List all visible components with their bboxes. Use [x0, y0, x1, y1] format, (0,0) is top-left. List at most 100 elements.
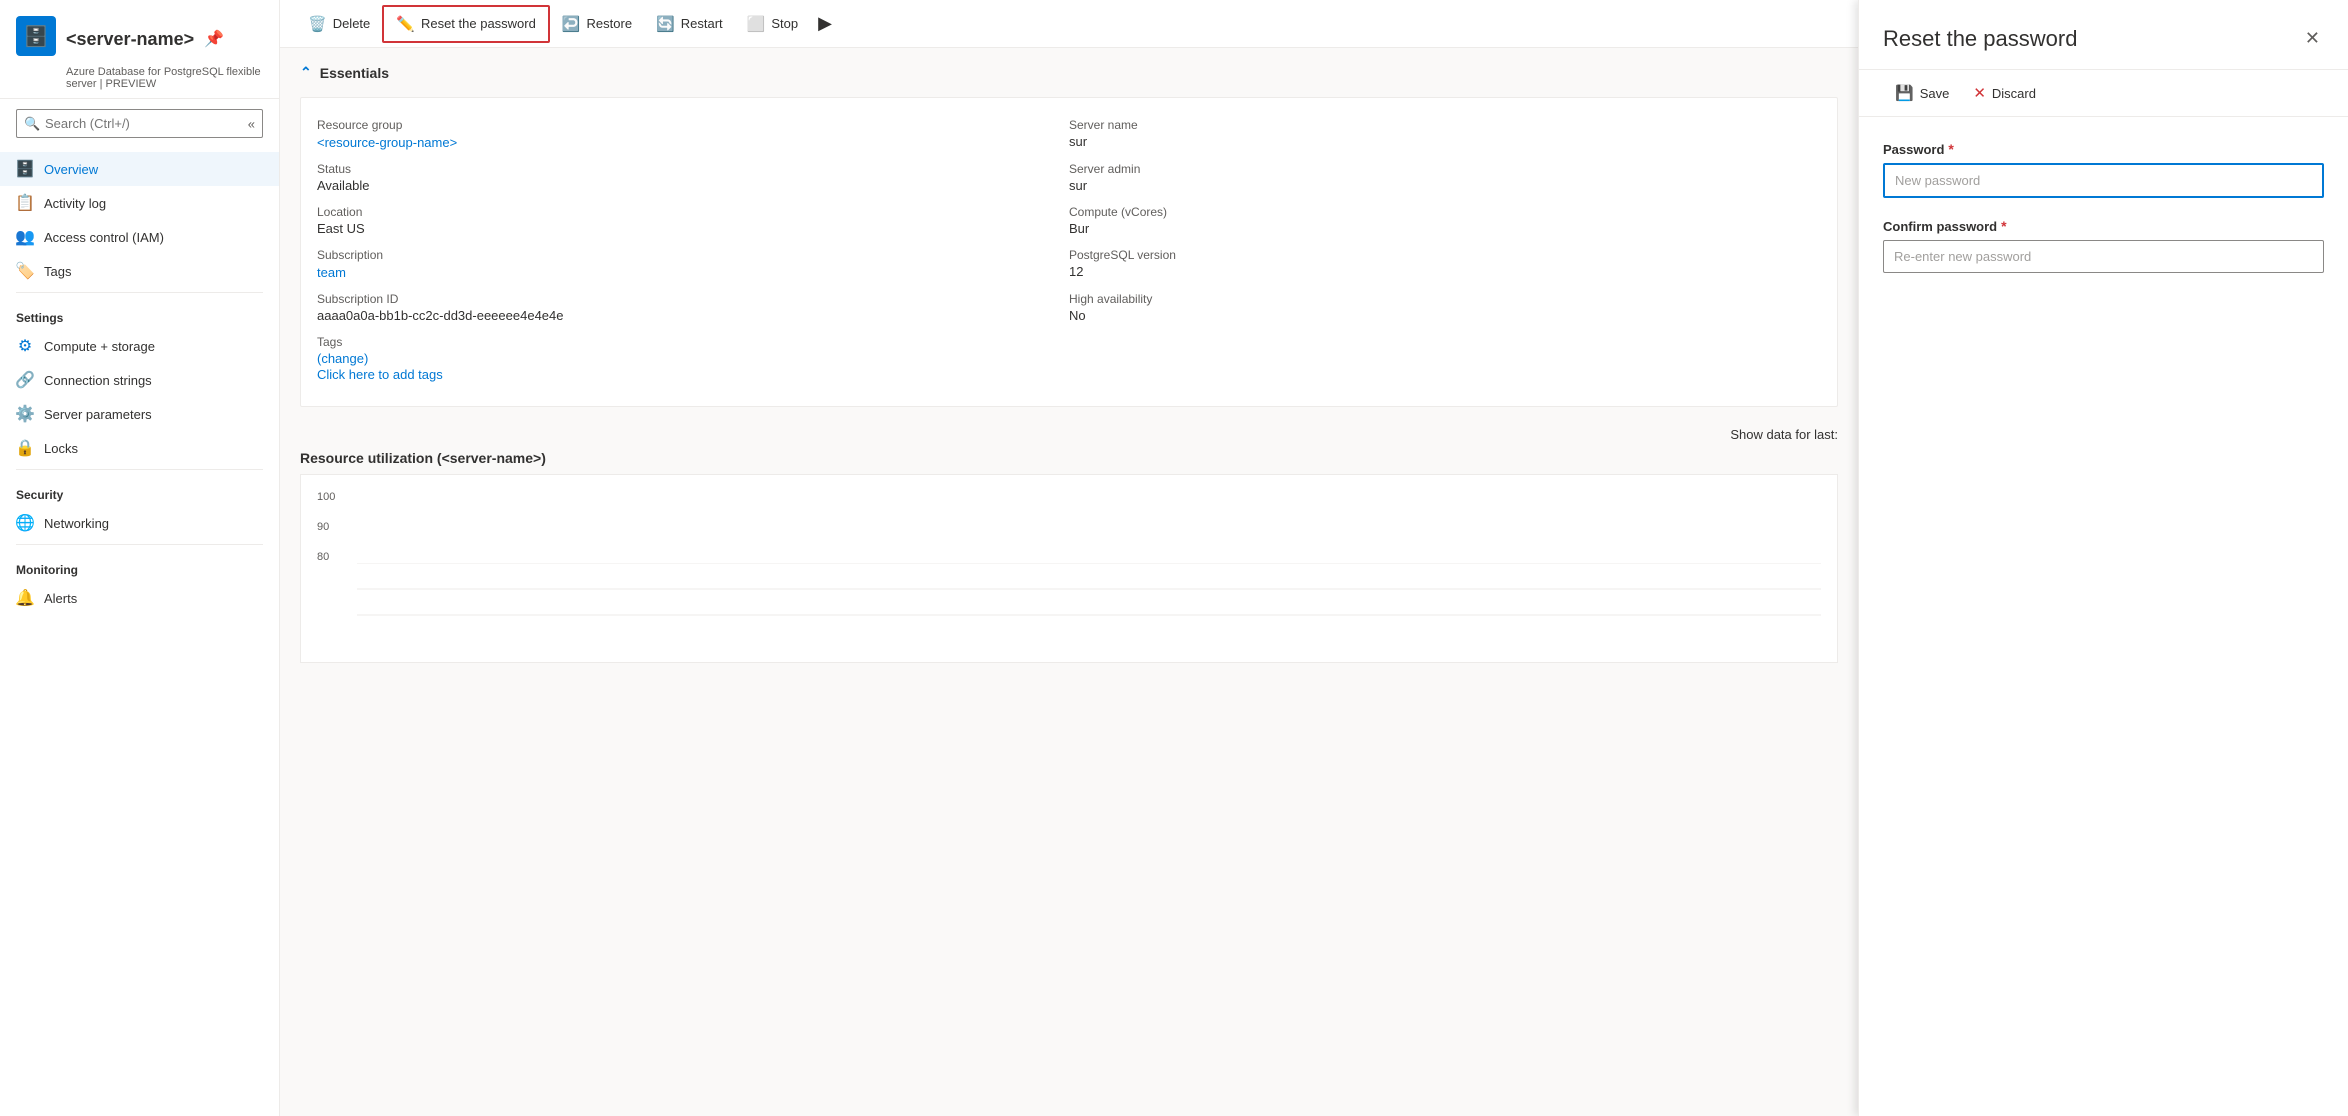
restore-label: Restore	[587, 16, 633, 31]
compute-storage-icon: ⚙	[16, 337, 34, 355]
networking-label: Networking	[44, 516, 109, 531]
discard-icon: ✕	[1973, 84, 1986, 102]
connection-strings-label: Connection strings	[44, 373, 152, 388]
settings-section-label: Settings	[0, 297, 279, 329]
chart-y-label-100: 100	[317, 491, 1821, 503]
sidebar-item-locks[interactable]: 🔒 Locks	[0, 431, 279, 465]
add-tags-link[interactable]: Click here to add tags	[317, 366, 1805, 382]
server-name-col-value: sur	[1069, 134, 1189, 149]
alerts-icon: 🔔	[16, 589, 34, 607]
password-input[interactable]	[1883, 163, 2324, 198]
sidebar-item-tags[interactable]: 🏷️ Tags	[0, 254, 279, 288]
server-name-label: <server-name>	[66, 29, 194, 50]
password-required-star: *	[1948, 141, 1953, 157]
server-parameters-icon: ⚙️	[16, 405, 34, 423]
search-input[interactable]	[16, 109, 263, 138]
sidebar-item-overview[interactable]: 🗄️ Overview	[0, 152, 279, 186]
status-label: Status	[317, 162, 1053, 176]
compute-value: Bur	[1069, 221, 1189, 236]
sidebar-header: 🗄️ <server-name> 📌 Azure Database for Po…	[0, 0, 279, 99]
restore-button[interactable]: ↩️ Restore	[550, 7, 644, 41]
sidebar-item-networking[interactable]: 🌐 Networking	[0, 506, 279, 540]
server-parameters-label: Server parameters	[44, 407, 152, 422]
security-section-label: Security	[0, 474, 279, 506]
discard-label: Discard	[1992, 86, 2036, 101]
sidebar: 🗄️ <server-name> 📌 Azure Database for Po…	[0, 0, 280, 1116]
delete-label: Delete	[333, 16, 371, 31]
resource-utilization-title: Resource utilization (<server-name>)	[300, 450, 1838, 466]
activity-log-icon: 📋	[16, 194, 34, 212]
security-divider	[16, 469, 263, 470]
panel-toolbar: 💾 Save ✕ Discard	[1859, 70, 2348, 117]
sidebar-item-activity-log[interactable]: 📋 Activity log	[0, 186, 279, 220]
panel-content: Password * Confirm password *	[1859, 117, 2348, 1116]
main-content: 🗑️ Delete ✏️ Reset the password ↩️ Resto…	[280, 0, 1858, 1116]
server-subtitle: Azure Database for PostgreSQL flexible s…	[16, 66, 263, 90]
ha-label: High availability	[1069, 292, 1805, 306]
location-label: Location	[317, 205, 1053, 219]
panel-discard-button[interactable]: ✕ Discard	[1961, 78, 2048, 108]
overview-icon: 🗄️	[16, 160, 34, 178]
chart-svg	[317, 563, 1821, 643]
search-container: 🔍 «	[16, 109, 263, 138]
admin-value: sur	[1069, 178, 1189, 193]
essentials-ha: High availability No	[1069, 288, 1821, 331]
resource-group-value[interactable]: <resource-group-name>	[317, 135, 457, 150]
panel-close-button[interactable]: ✕	[2301, 24, 2324, 53]
pin-icon[interactable]: 📌	[204, 29, 224, 49]
essentials-compute: Compute (vCores) Bur	[1069, 201, 1821, 244]
locks-label: Locks	[44, 441, 78, 456]
confirm-password-form-label: Confirm password *	[1883, 218, 2324, 234]
sidebar-item-alerts[interactable]: 🔔 Alerts	[0, 581, 279, 615]
subscription-label: Subscription	[317, 248, 1053, 262]
restart-icon: 🔄	[656, 15, 675, 33]
tags-icon: 🏷️	[16, 262, 34, 280]
resource-group-label: Resource group	[317, 118, 1053, 132]
toolbar: 🗑️ Delete ✏️ Reset the password ↩️ Resto…	[280, 0, 1858, 48]
subscription-value[interactable]: team	[317, 265, 346, 280]
essentials-server-name: Server name sur	[1069, 114, 1821, 158]
server-icon: 🗄️	[16, 16, 56, 56]
essentials-chevron-icon[interactable]: ⌃	[300, 64, 312, 81]
chart-y-label-80: 80	[317, 551, 1821, 563]
essentials-status: Status Available	[317, 158, 1069, 201]
essentials-tags: Tags (change) Click here to add tags	[317, 331, 1821, 390]
stop-button[interactable]: ⬜ Stop	[735, 7, 810, 41]
chart-container: 100 90 80	[300, 474, 1838, 663]
sidebar-item-server-parameters[interactable]: ⚙️ Server parameters	[0, 397, 279, 431]
access-control-icon: 👥	[16, 228, 34, 246]
subscription-id-label: Subscription ID	[317, 292, 1053, 306]
confirm-password-input[interactable]	[1883, 240, 2324, 273]
confirm-required-star: *	[2001, 218, 2006, 234]
stop-icon: ⬜	[747, 15, 766, 33]
admin-label: Server admin	[1069, 162, 1805, 176]
locks-icon: 🔒	[16, 439, 34, 457]
essentials-admin: Server admin sur	[1069, 158, 1821, 201]
more-button[interactable]: ▶	[810, 9, 840, 38]
networking-icon: 🌐	[16, 514, 34, 532]
chart-y-label-90: 90	[317, 521, 1821, 533]
sidebar-item-compute-storage[interactable]: ⚙ Compute + storage	[0, 329, 279, 363]
save-icon: 💾	[1895, 84, 1914, 102]
save-label: Save	[1920, 86, 1950, 101]
reset-password-icon: ✏️	[396, 15, 415, 33]
essentials-subscription-id: Subscription ID aaaa0a0a-bb1b-cc2c-dd3d-…	[317, 288, 1069, 331]
collapse-icon[interactable]: «	[248, 116, 255, 131]
essentials-pg-version: PostgreSQL version 12	[1069, 244, 1821, 288]
essentials-header: ⌃ Essentials	[300, 64, 1838, 81]
restart-button[interactable]: 🔄 Restart	[644, 7, 735, 41]
essentials-resource-group: Resource group <resource-group-name>	[317, 114, 1069, 158]
delete-button[interactable]: 🗑️ Delete	[296, 7, 382, 41]
reset-password-button[interactable]: ✏️ Reset the password	[382, 5, 550, 43]
panel-save-button[interactable]: 💾 Save	[1883, 78, 1961, 108]
sidebar-item-connection-strings[interactable]: 🔗 Connection strings	[0, 363, 279, 397]
password-form-group: Password *	[1883, 141, 2324, 198]
essentials-location: Location East US	[317, 201, 1069, 244]
change-link[interactable]: (change)	[317, 351, 368, 366]
content-area: ⌃ Essentials Resource group <resource-gr…	[280, 48, 1858, 1116]
confirm-password-form-group: Confirm password *	[1883, 218, 2324, 273]
activity-log-label: Activity log	[44, 196, 106, 211]
sidebar-item-access-control[interactable]: 👥 Access control (IAM)	[0, 220, 279, 254]
monitoring-section-label: Monitoring	[0, 549, 279, 581]
ha-value: No	[1069, 308, 1805, 323]
